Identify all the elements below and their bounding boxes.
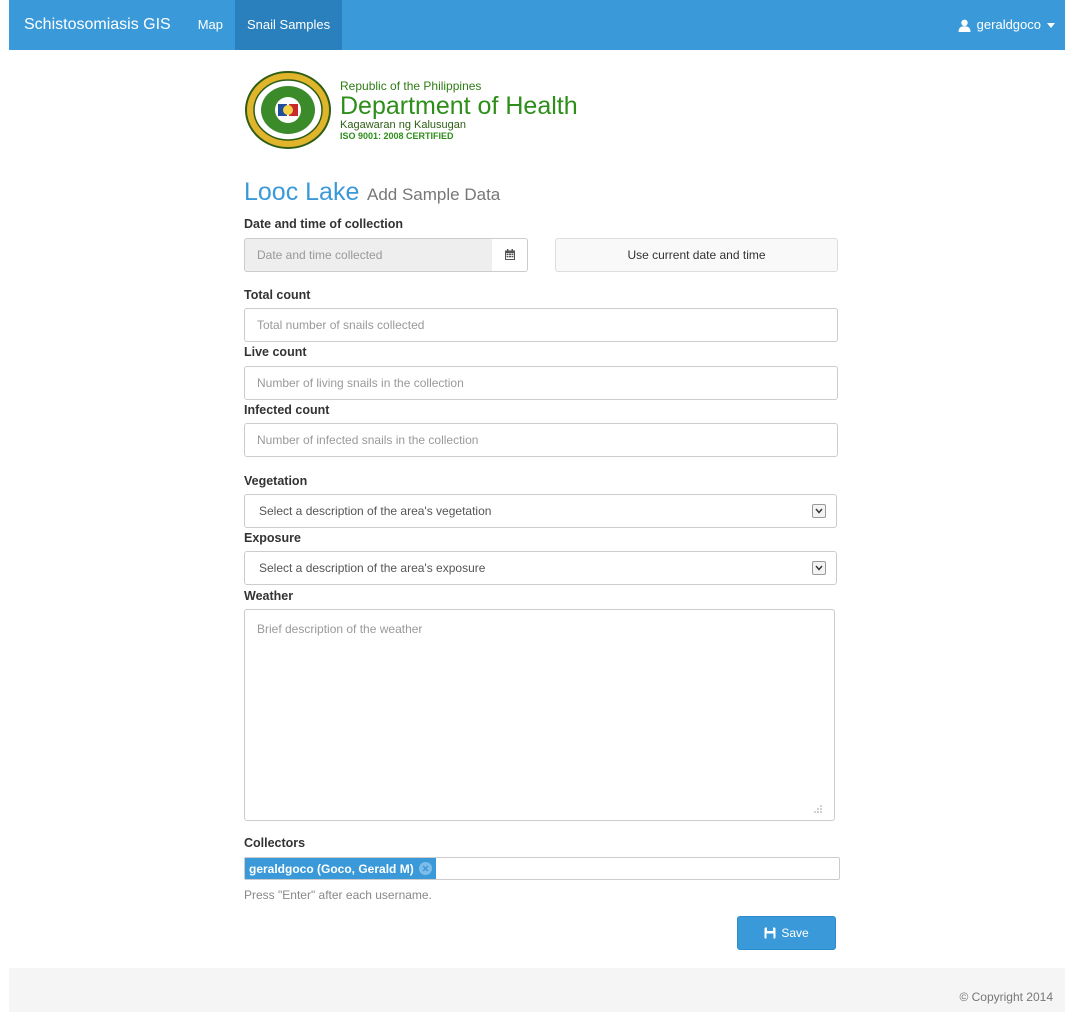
- save-button[interactable]: Save: [737, 916, 836, 950]
- exposure-selected: Select a description of the area's expos…: [259, 561, 486, 575]
- date-label: Date and time of collection: [244, 217, 404, 231]
- username-label: geraldgoco: [976, 17, 1041, 32]
- save-button-label: Save: [781, 926, 809, 940]
- top-navbar: Schistosomiasis GIS Map Snail Samples ge…: [9, 0, 1065, 50]
- collectors-help-text: Press "Enter" after each username.: [244, 888, 432, 902]
- chevron-down-icon: [815, 508, 823, 514]
- use-current-datetime-button[interactable]: Use current date and time: [555, 238, 838, 272]
- close-icon: [422, 865, 429, 872]
- exposure-label: Exposure: [244, 531, 301, 545]
- page-title-main: Looc Lake: [244, 178, 360, 206]
- live-count-input[interactable]: [244, 366, 838, 400]
- collectors-tag-input[interactable]: geraldgoco (Goco, Gerald M): [244, 857, 840, 880]
- nav-map[interactable]: Map: [186, 0, 235, 50]
- caret-down-icon: [1047, 22, 1055, 28]
- doh-republic: Republic of the Philippines: [340, 78, 482, 93]
- doh-text: Republic of the Philippines Department o…: [340, 79, 578, 142]
- doh-iso: ISO 9001: 2008 CERTIFIED: [340, 130, 454, 141]
- footer: © Copyright 2014: [9, 968, 1065, 1012]
- doh-department: Department of Health: [340, 91, 578, 120]
- vegetation-dropdown-arrow[interactable]: [812, 504, 826, 518]
- resize-grip-icon[interactable]: [813, 804, 823, 814]
- date-input[interactable]: [244, 238, 493, 272]
- doh-seal-icon: [245, 71, 331, 149]
- collector-tag-label: geraldgoco (Goco, Gerald M): [249, 861, 414, 876]
- brand-link[interactable]: Schistosomiasis GIS: [9, 0, 186, 50]
- doh-kagawaran: Kagawaran ng Kalusugan: [340, 118, 466, 131]
- nav-spacer: [342, 0, 948, 50]
- chevron-down-icon: [815, 565, 823, 571]
- collector-tag: geraldgoco (Goco, Gerald M): [245, 858, 436, 879]
- user-menu[interactable]: geraldgoco: [948, 0, 1065, 50]
- weather-textarea[interactable]: [244, 609, 835, 821]
- doh-header: Republic of the Philippines Department o…: [244, 70, 578, 150]
- total-count-input[interactable]: [244, 308, 838, 342]
- infected-count-label: Infected count: [244, 403, 330, 417]
- calendar-button[interactable]: [492, 238, 528, 272]
- live-count-label: Live count: [244, 345, 307, 359]
- collectors-label: Collectors: [244, 836, 306, 850]
- exposure-dropdown-arrow[interactable]: [812, 561, 826, 575]
- total-count-label: Total count: [244, 288, 311, 302]
- page-title: Looc Lake Add Sample Data: [244, 178, 500, 207]
- infected-count-input[interactable]: [244, 423, 838, 457]
- copyright-text: © Copyright 2014: [959, 990, 1053, 1004]
- calendar-icon: [504, 249, 515, 260]
- weather-label: Weather: [244, 589, 294, 603]
- nav-snail-samples[interactable]: Snail Samples: [235, 0, 343, 50]
- exposure-select[interactable]: Select a description of the area's expos…: [244, 551, 837, 585]
- save-icon: [764, 927, 776, 939]
- user-icon: [958, 19, 971, 32]
- remove-tag-button[interactable]: [418, 862, 432, 875]
- page-title-sub: Add Sample Data: [367, 185, 501, 204]
- vegetation-selected: Select a description of the area's veget…: [259, 504, 492, 518]
- vegetation-label: Vegetation: [244, 474, 308, 488]
- vegetation-select[interactable]: Select a description of the area's veget…: [244, 494, 837, 528]
